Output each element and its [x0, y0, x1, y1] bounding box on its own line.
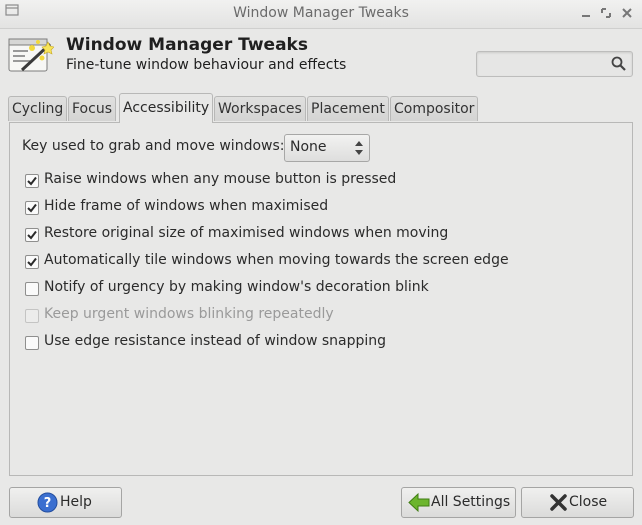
- all-settings-button[interactable]: All Settings: [401, 487, 516, 518]
- all-settings-button-label: All Settings: [431, 494, 511, 510]
- svg-text:?: ?: [44, 496, 52, 511]
- tab-label: Accessibility: [123, 100, 210, 116]
- grab-key-value: None: [290, 139, 327, 155]
- tab-focus[interactable]: Focus: [68, 96, 116, 121]
- close-icon: [548, 492, 569, 513]
- checkbox-unchecked-icon: [25, 309, 39, 323]
- tab-accessibility[interactable]: Accessibility: [119, 93, 214, 123]
- option-label: Notify of urgency by making window's dec…: [44, 279, 429, 295]
- window-title: Window Manager Tweaks: [233, 5, 409, 21]
- window-tweaks-app-icon: [8, 36, 55, 76]
- tab-placement[interactable]: Placement: [307, 96, 389, 121]
- grab-key-select[interactable]: None: [284, 134, 370, 162]
- tab-label: Workspaces: [218, 101, 302, 117]
- tab-label: Compositor: [394, 101, 475, 117]
- dialog-title: Window Manager Tweaks: [66, 35, 308, 55]
- updown-arrows-icon: [355, 140, 363, 156]
- tab-cycling[interactable]: Cycling: [8, 96, 68, 121]
- help-button-label: Help: [60, 494, 92, 510]
- option-label: Use edge resistance instead of window sn…: [44, 333, 387, 349]
- checkbox-checked-icon[interactable]: [25, 174, 39, 188]
- checkbox-checked-icon[interactable]: [25, 201, 39, 215]
- grab-key-label: Key used to grab and move windows:: [22, 138, 285, 154]
- maximize-icon[interactable]: [598, 5, 614, 21]
- dialog-subtitle: Fine-tune window behaviour and effects: [66, 57, 347, 73]
- checkbox-checked-icon[interactable]: [25, 228, 39, 242]
- close-window-icon[interactable]: [619, 5, 635, 21]
- option-label: Raise windows when any mouse button is p…: [44, 171, 397, 187]
- minimize-icon[interactable]: [578, 5, 594, 21]
- tab-label: Focus: [72, 101, 112, 117]
- tab-compositor[interactable]: Compositor: [390, 96, 479, 121]
- tab-workspaces[interactable]: Workspaces: [214, 96, 306, 121]
- search-input[interactable]: [476, 51, 633, 77]
- checkbox-unchecked-icon[interactable]: [25, 282, 39, 296]
- option-label: Hide frame of windows when maximised: [44, 198, 329, 214]
- help-icon: ?: [37, 492, 58, 513]
- search-icon[interactable]: [610, 55, 628, 73]
- title-bar: Window Manager Tweaks: [0, 0, 642, 29]
- checkbox-unchecked-icon[interactable]: [25, 336, 39, 350]
- tab-label: Placement: [311, 101, 385, 117]
- option-label: Automatically tile windows when moving t…: [44, 252, 509, 268]
- dialog-header: Window Manager Tweaks Fine-tune window b…: [0, 29, 642, 90]
- close-button[interactable]: Close: [521, 487, 634, 518]
- checkbox-checked-icon[interactable]: [25, 255, 39, 269]
- tab-label: Cycling: [12, 101, 64, 117]
- option-label: Restore original size of maximised windo…: [44, 225, 449, 241]
- option-label: Keep urgent windows blinking repeatedly: [44, 306, 334, 322]
- help-button[interactable]: ? Help: [9, 487, 122, 518]
- close-button-label: Close: [569, 494, 608, 510]
- back-arrow-icon: [407, 492, 431, 513]
